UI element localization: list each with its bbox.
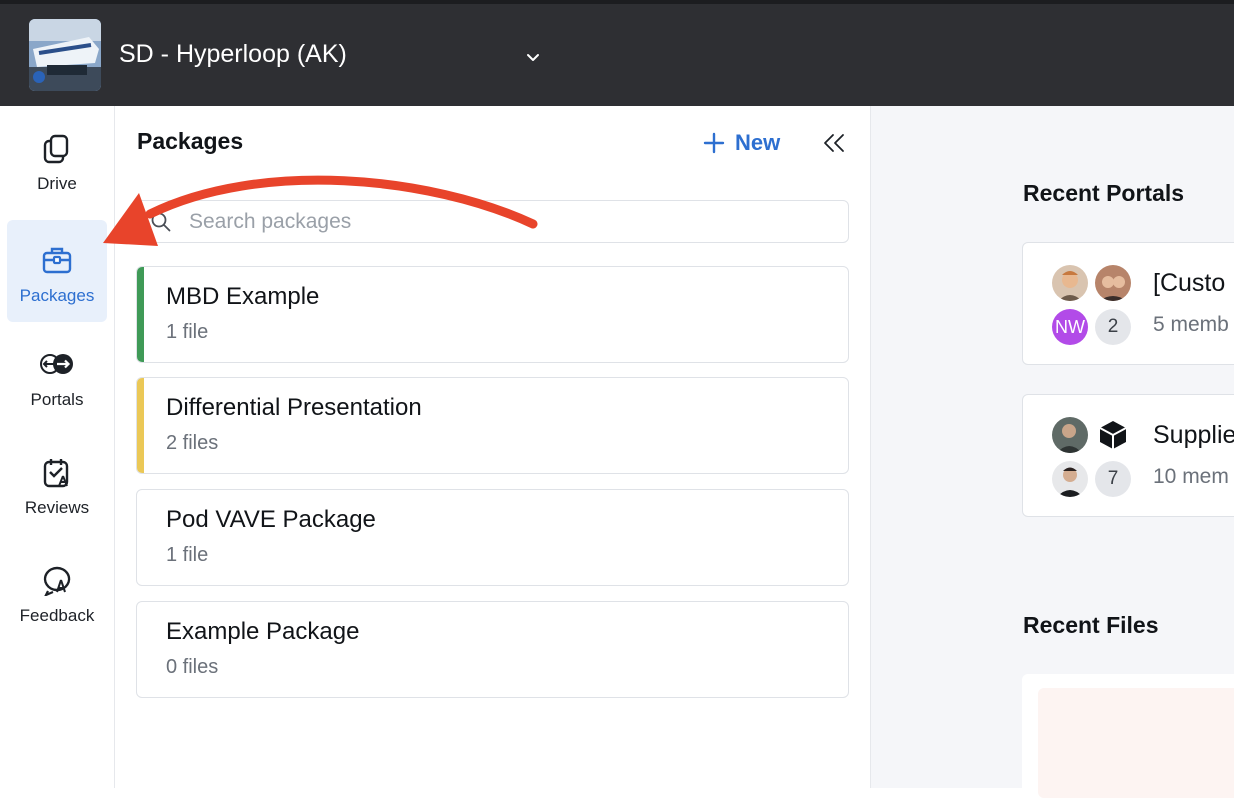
reviews-icon — [43, 459, 69, 488]
feedback-icon — [43, 566, 71, 596]
avatar — [1095, 265, 1131, 301]
workspace-name[interactable]: SD - Hyperloop (AK) — [119, 40, 347, 69]
packages-panel: Packages New MBD Example 1 file Differen… — [115, 106, 871, 788]
portal-name: Supplie — [1153, 421, 1234, 449]
nav-item-feedback[interactable]: Feedback — [7, 540, 107, 642]
file-thumbnail — [1038, 688, 1234, 798]
nav-item-drive[interactable]: Drive — [7, 108, 107, 210]
portal-members: 5 memb — [1153, 313, 1229, 336]
left-nav-rail: Drive Packages Portals Reviews Feedback — [0, 106, 115, 788]
package-file-count: 1 file — [166, 544, 209, 566]
chevron-down-icon[interactable] — [521, 45, 545, 69]
nav-item-portals[interactable]: Portals — [7, 324, 107, 426]
nav-label-reviews: Reviews — [24, 498, 90, 517]
package-file-count: 2 files — [166, 432, 219, 454]
package-card[interactable]: Differential Presentation 2 files — [136, 377, 849, 474]
package-file-count: 1 file — [166, 321, 209, 343]
recent-file-card[interactable] — [1022, 674, 1234, 804]
nav-item-packages[interactable]: Packages — [7, 220, 107, 322]
member-extra-count: 2 — [1107, 316, 1119, 337]
top-bar: SD - Hyperloop (AK) — [0, 0, 1234, 106]
package-name: MBD Example — [166, 283, 320, 310]
panel-title: Packages — [137, 128, 244, 154]
recent-files-title: Recent Files — [1023, 612, 1159, 638]
avatar: NW — [1052, 309, 1088, 345]
drive-icon — [43, 134, 69, 164]
portal-card[interactable]: 7 Supplie 10 mem — [1022, 394, 1234, 517]
new-button-label: New — [735, 130, 781, 155]
avatar — [1052, 461, 1088, 497]
package-name: Example Package — [166, 618, 360, 645]
workspace-logo[interactable] — [29, 19, 101, 91]
new-package-button[interactable]: New — [703, 128, 780, 158]
avatar — [1052, 417, 1088, 453]
avatar — [1052, 265, 1088, 301]
member-count-badge: 2 — [1095, 309, 1131, 345]
package-file-count: 0 files — [166, 656, 219, 678]
member-count-badge: 7 — [1095, 461, 1131, 497]
search-packages-box — [136, 200, 849, 243]
search-icon — [151, 212, 171, 232]
nav-label-packages: Packages — [19, 286, 95, 305]
package-card[interactable]: Example Package 0 files — [136, 601, 849, 698]
portal-members: 10 mem — [1153, 465, 1229, 488]
nav-item-reviews[interactable]: Reviews — [7, 432, 107, 534]
nav-label-portals: Portals — [30, 390, 84, 409]
avatar-initials: NW — [1055, 316, 1085, 337]
recent-portals-title: Recent Portals — [1023, 180, 1185, 206]
cube-logo-icon — [1095, 417, 1131, 453]
package-accent-bar — [137, 267, 144, 362]
plus-icon — [703, 132, 725, 154]
collapse-panel-icon[interactable] — [821, 130, 847, 156]
nav-label-feedback: Feedback — [19, 606, 95, 625]
packages-icon — [42, 247, 72, 274]
package-name: Pod VAVE Package — [166, 506, 376, 533]
member-extra-count: 7 — [1107, 468, 1119, 489]
package-accent-bar — [137, 378, 144, 473]
package-card[interactable]: Pod VAVE Package 1 file — [136, 489, 849, 586]
portal-name: [Custo — [1153, 269, 1226, 297]
package-card[interactable]: MBD Example 1 file — [136, 266, 849, 363]
package-name: Differential Presentation — [166, 394, 422, 421]
nav-label-drive: Drive — [37, 174, 77, 193]
dashboard-main: Recent Portals NW 2 [Custo 5 memb 7 Supp… — [871, 106, 1234, 804]
workspace-photo — [29, 19, 101, 91]
search-packages-input[interactable] — [189, 207, 829, 237]
portal-card[interactable]: NW 2 [Custo 5 memb — [1022, 242, 1234, 365]
portals-icon — [40, 354, 73, 374]
